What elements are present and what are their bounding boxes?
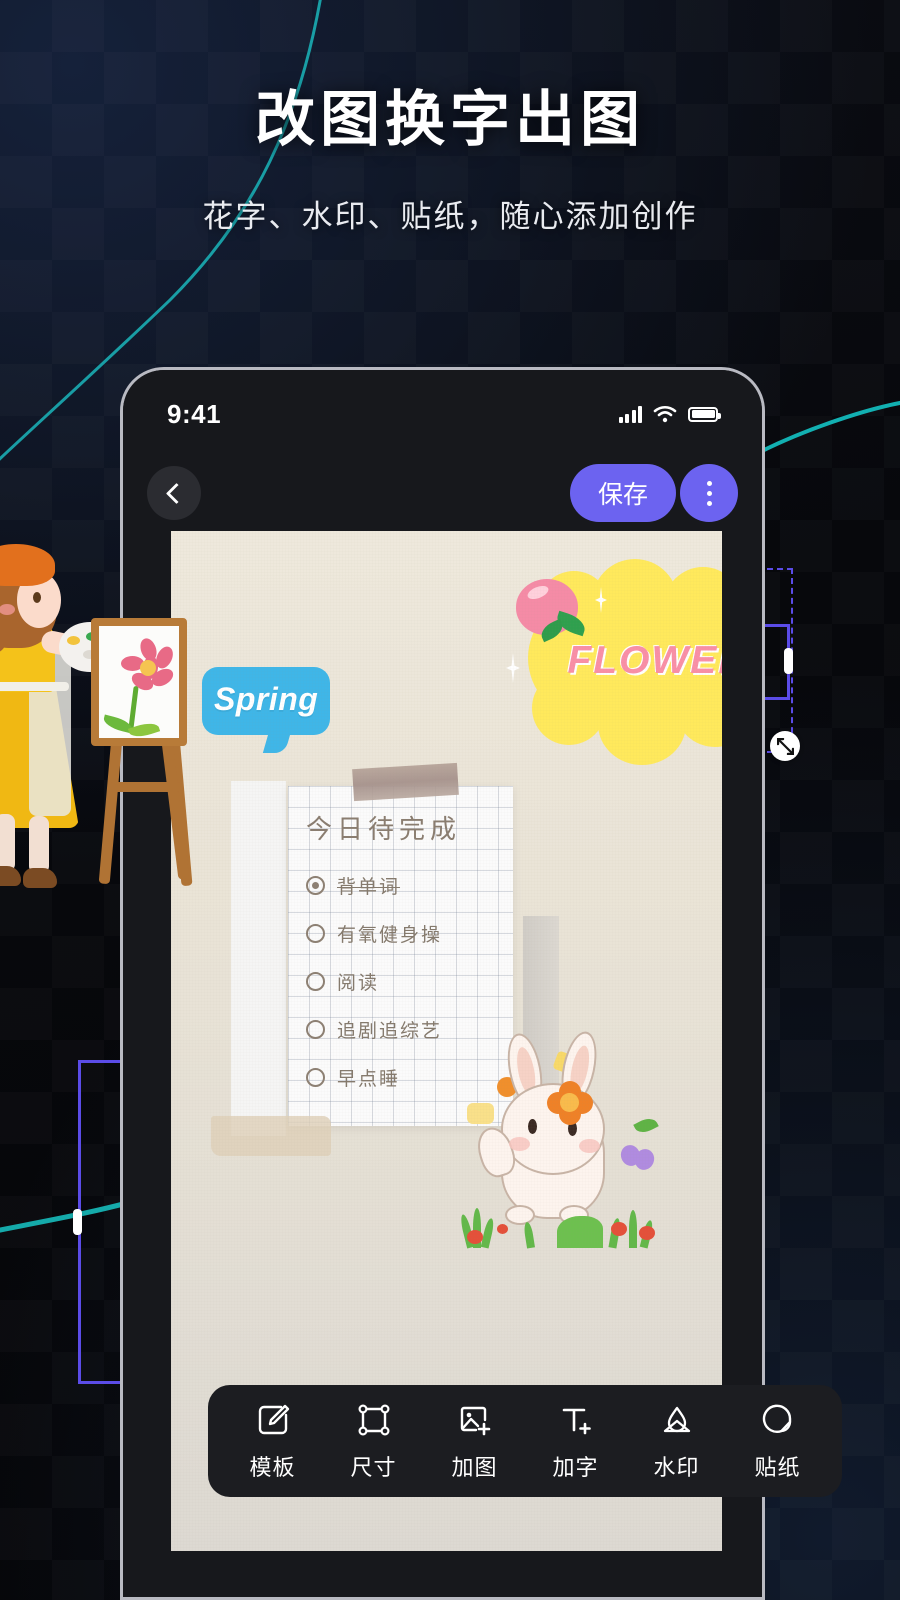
wifi-icon (653, 405, 677, 423)
toolbar-item-label: 加字 (552, 1454, 599, 1480)
template-pencil-icon (254, 1401, 292, 1439)
toolbar-item-add-text[interactable]: 加字 (528, 1401, 624, 1482)
yellow-confetti (467, 1103, 494, 1124)
checklist-item-label: 追剧追综艺 (337, 1021, 443, 1042)
butterfly-icon (618, 1142, 658, 1173)
beige-paint-swatch (211, 1116, 331, 1156)
sticker-girl-painter[interactable] (0, 530, 245, 890)
sticker-bunny[interactable] (443, 1028, 671, 1254)
page-title: 改图换字出图 (255, 86, 645, 153)
more-vertical-icon-dot (706, 500, 712, 506)
toolbar-item-label: 贴纸 (754, 1454, 801, 1480)
toolbar-item-watermark[interactable]: 水印 (629, 1401, 725, 1482)
checklist-item-label: 有氧健身操 (337, 925, 443, 946)
leaf-icon (633, 1114, 659, 1137)
checklist-item: 追剧追综艺 (306, 1016, 536, 1043)
editor-toolbar: 模板 尺寸 加图 加字 水印 贴纸 (208, 1385, 842, 1497)
cellular-signal-icon (618, 405, 642, 423)
status-bar: 9:41 (123, 392, 762, 436)
radio-unchecked-icon (306, 1068, 325, 1087)
washi-tape-decoration (352, 762, 459, 802)
checklist-item: 有氧健身操 (306, 920, 536, 947)
bunny-eye (528, 1119, 537, 1134)
resize-corner-icon (776, 737, 794, 755)
grass-decoration (459, 1206, 655, 1249)
sparkle-icon (506, 653, 520, 683)
girl-shoe (0, 866, 21, 886)
status-bar-clock: 9:41 (167, 398, 222, 429)
more-vertical-icon-dot (706, 480, 712, 486)
checklist-title: 今日待完成 (306, 814, 462, 844)
battery-full-icon (688, 406, 721, 422)
checklist-item-label: 阅读 (337, 973, 380, 994)
resize-handle-flower[interactable] (770, 731, 800, 761)
girl-leg (29, 816, 49, 874)
girl-belt (0, 682, 69, 691)
toolbar-item-label: 水印 (653, 1454, 700, 1480)
girl-beret-hat (0, 544, 55, 586)
sticker-flower-text: FLOWER (567, 639, 722, 682)
radio-checked-icon (306, 876, 325, 895)
toolbar-item-label: 加图 (451, 1454, 498, 1480)
crop-size-icon (355, 1401, 393, 1439)
orange-flower-icon (547, 1081, 593, 1125)
bunny-cheek (509, 1137, 530, 1151)
chevron-left-icon (165, 482, 188, 504)
easel-leg (98, 737, 123, 885)
checklist-item-label: 背单词 (337, 877, 401, 898)
more-vertical-icon-dot (706, 490, 712, 496)
radio-unchecked-icon (306, 924, 325, 943)
more-options-button[interactable] (680, 464, 738, 522)
back-button[interactable] (147, 466, 201, 520)
bunny-cheek (579, 1139, 600, 1153)
nav-bar: 保存 (123, 462, 762, 524)
girl-eye (33, 592, 41, 603)
sticker-flower[interactable]: FLOWER (498, 559, 722, 765)
toolbar-item-size[interactable]: 尺寸 (326, 1401, 422, 1482)
checklist-item: 阅读 (306, 968, 536, 995)
toolbar-item-template[interactable]: 模板 (225, 1401, 321, 1482)
girl-shoe (23, 868, 57, 888)
painted-flower (121, 636, 177, 694)
girl-leg (0, 814, 15, 872)
toolbar-item-sticker[interactable]: 贴纸 (730, 1401, 826, 1482)
hero-section: 改图换字出图 花字、水印、贴纸，随心添加创作 (0, 86, 900, 236)
easel-crossbar (109, 782, 181, 792)
toolbar-item-add-image[interactable]: 加图 (427, 1401, 523, 1482)
checklist-item: 背单词 (306, 872, 536, 899)
toolbar-item-label: 模板 (249, 1454, 296, 1480)
page-subtitle: 花字、水印、贴纸，随心添加创作 (202, 199, 698, 235)
add-image-icon (456, 1401, 494, 1439)
add-text-icon (557, 1401, 595, 1439)
checklist-item-label: 早点睡 (337, 1069, 401, 1090)
save-button[interactable]: 保存 (569, 464, 676, 522)
radio-unchecked-icon (306, 1020, 325, 1039)
toolbar-item-label: 尺寸 (350, 1454, 397, 1480)
watermark-droplet-icon (658, 1401, 696, 1439)
radio-unchecked-icon (306, 972, 325, 991)
sticker-icon (759, 1401, 797, 1439)
